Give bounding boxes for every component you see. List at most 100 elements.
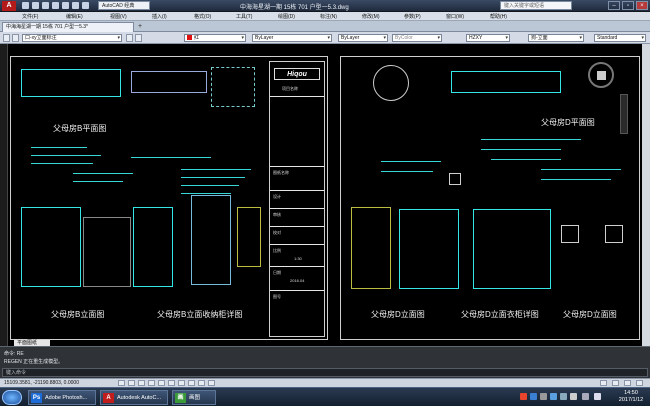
settings-icon[interactable]: [570, 393, 577, 400]
save-as-icon[interactable]: [52, 2, 59, 9]
ortho-icon[interactable]: [138, 380, 145, 386]
application-menu-button[interactable]: A: [2, 1, 16, 11]
plotstyle-select[interactable]: ByColor: [392, 34, 442, 42]
taskbar-app-label: 画图: [189, 395, 201, 401]
menu-format[interactable]: 格式(O): [194, 13, 211, 20]
linetype-select[interactable]: ByLayer: [252, 34, 332, 42]
taskbar-app-autocad[interactable]: A Autodesk AutoC...: [100, 390, 168, 405]
menu-parametric[interactable]: 参数(P): [404, 13, 421, 20]
isolate-icon[interactable]: [624, 380, 631, 386]
taskbar-app-paint[interactable]: 画 画图: [172, 390, 216, 405]
menu-file[interactable]: 文件(F): [22, 13, 38, 20]
field-check: 校对: [273, 230, 281, 235]
drawing-canvas[interactable]: 父母房B平面图 父母房B立面图 父母房B立面收纳柜详图 Hiqou 项目名称 图…: [8, 44, 642, 346]
open-file-icon[interactable]: [32, 2, 39, 9]
taskbar-clock[interactable]: 14:50 2017/1/12: [614, 390, 648, 404]
right-sheet: 父母房D平面图 父母房D立面图 父母房D立面衣柜详图 父母房D立面图: [340, 56, 640, 340]
grid-icon[interactable]: [128, 380, 135, 386]
flag-icon[interactable]: [560, 393, 567, 400]
dyn-input-icon[interactable]: [188, 380, 195, 386]
viewcube[interactable]: [588, 62, 614, 88]
layer-properties-icon[interactable]: [3, 34, 10, 42]
leader-line: [491, 159, 561, 160]
leader-line: [181, 185, 239, 186]
leader-line: [73, 173, 133, 174]
volume-icon[interactable]: [594, 393, 601, 400]
detail-circle: [373, 65, 409, 101]
chat-icon[interactable]: [530, 393, 537, 400]
layer-select[interactable]: 口-xy立面标注: [22, 34, 122, 42]
layer-previous-icon[interactable]: [135, 34, 142, 42]
layer-state-icon[interactable]: [12, 34, 19, 42]
cabinet-section: [237, 207, 261, 267]
new-tab-icon[interactable]: +: [138, 23, 146, 31]
menu-window[interactable]: 窗口(W): [446, 13, 464, 20]
otrack-icon[interactable]: [168, 380, 175, 386]
project-label: 项目名称: [282, 86, 298, 91]
polar-icon[interactable]: [148, 380, 155, 386]
date-value: 2016.04: [290, 278, 305, 283]
command-input[interactable]: 键入命令: [2, 368, 648, 377]
dim-style-select[interactable]: 狗-立面: [528, 34, 584, 42]
lineweight-select[interactable]: ByLayer: [338, 34, 388, 42]
leader-line: [181, 169, 251, 170]
save-icon[interactable]: [42, 2, 49, 9]
lineweight-icon[interactable]: [198, 380, 205, 386]
field-date: 日期: [273, 270, 281, 275]
field-design: 设计: [273, 194, 281, 199]
vertical-scrollbar[interactable]: [642, 44, 650, 346]
keyboard-icon[interactable]: [540, 393, 547, 400]
lock-icon[interactable]: [612, 380, 619, 386]
network-status-icon[interactable]: [582, 393, 589, 400]
close-button[interactable]: ×: [636, 1, 648, 10]
divider: [270, 96, 324, 97]
leader-line: [31, 147, 87, 148]
divider: [270, 244, 324, 245]
search-input[interactable]: 键入关键字或短语: [500, 1, 572, 10]
title-bar: A AutoCAD 经典 中海海星湖一期 15栋 701 户型一5.3.dwg …: [0, 0, 650, 12]
leader-line: [181, 193, 231, 194]
plan-drawing-top-right: [131, 71, 207, 93]
input-method-icon[interactable]: [520, 393, 527, 400]
print-icon[interactable]: [62, 2, 69, 9]
viewcube-face[interactable]: [597, 71, 606, 80]
menu-tools[interactable]: 工具(T): [236, 13, 252, 20]
menu-draw[interactable]: 绘图(D): [278, 13, 295, 20]
transparency-icon[interactable]: [208, 380, 215, 386]
start-button[interactable]: [2, 390, 22, 405]
command-history-line: 命令: RE: [4, 351, 24, 357]
red-swatch-icon: [187, 35, 192, 41]
title-block: Hiqou 项目名称 图纸名称 设计 审核 校对 比例 1:30 日期 2016…: [269, 61, 325, 337]
menu-insert[interactable]: 插入(I): [152, 13, 167, 20]
menu-dimension[interactable]: 标注(N): [320, 13, 337, 20]
text-style-select[interactable]: HZXY: [466, 34, 510, 42]
leader-line: [381, 161, 441, 162]
taskbar-app-photoshop[interactable]: Ps Adobe Photosh...: [28, 390, 96, 405]
osnap-icon[interactable]: [158, 380, 165, 386]
navigation-bar[interactable]: [620, 94, 628, 134]
table-style-select[interactable]: Standard: [594, 34, 646, 42]
menu-edit[interactable]: 编辑(E): [66, 13, 83, 20]
document-tab[interactable]: 中海海星湖一期 15栋 701 户型一5.3*: [2, 22, 134, 32]
plan-drawing-top: [21, 69, 121, 97]
maximize-button[interactable]: ▫: [622, 1, 634, 10]
make-current-layer-icon[interactable]: [126, 34, 133, 42]
clean-screen-icon[interactable]: [636, 380, 643, 386]
field-scale: 比例: [273, 248, 281, 253]
snap-mode-icon[interactable]: [118, 380, 125, 386]
menu-help[interactable]: 帮助(H): [490, 13, 507, 20]
color-select[interactable]: 红: [184, 34, 246, 42]
redo-icon[interactable]: [82, 2, 89, 9]
draw-toolbar[interactable]: [0, 44, 8, 346]
menu-view[interactable]: 视图(V): [110, 13, 127, 20]
new-file-icon[interactable]: [22, 2, 29, 9]
status-bar: 15109.3581, -21190.8803, 0.0000: [0, 378, 650, 387]
undo-icon[interactable]: [72, 2, 79, 9]
menu-modify[interactable]: 修改(M): [362, 13, 380, 20]
ducs-icon[interactable]: [178, 380, 185, 386]
workspace-select[interactable]: AutoCAD 经典: [98, 1, 150, 10]
clock-time: 14:50: [624, 390, 638, 396]
minimize-button[interactable]: –: [608, 1, 620, 10]
network-icon[interactable]: [550, 393, 557, 400]
workspace-switch-icon[interactable]: [600, 380, 607, 386]
